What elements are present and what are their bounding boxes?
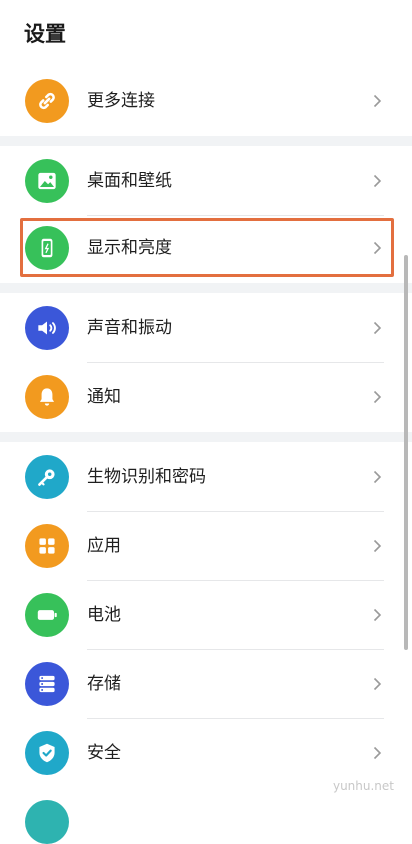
settings-item-display-brightness[interactable]: 显示和亮度 xyxy=(0,213,404,283)
bell-icon xyxy=(25,375,69,419)
watermark: yunhu.net xyxy=(332,779,394,793)
battery-icon xyxy=(25,593,69,637)
apps-grid-icon xyxy=(25,524,69,568)
display-brightness-icon xyxy=(25,226,69,270)
section-gap xyxy=(0,283,412,293)
settings-item-label: 安全 xyxy=(87,743,121,763)
settings-item-storage[interactable]: 存储 xyxy=(0,649,404,719)
chevron-right-icon xyxy=(373,321,382,335)
chevron-right-icon xyxy=(373,174,382,188)
settings-item-apps[interactable]: 应用 xyxy=(0,511,404,581)
chevron-right-icon xyxy=(373,608,382,622)
shield-check-icon xyxy=(25,731,69,775)
settings-item-label: 应用 xyxy=(87,536,121,556)
scrollbar[interactable] xyxy=(404,255,408,650)
wallpaper-icon xyxy=(25,159,69,203)
storage-icon xyxy=(25,662,69,706)
chevron-right-icon xyxy=(373,677,382,691)
settings-item-more-connections[interactable]: 更多连接 xyxy=(0,66,404,136)
section-gap xyxy=(0,136,412,146)
chevron-right-icon xyxy=(373,539,382,553)
settings-item-label: 桌面和壁纸 xyxy=(87,171,172,191)
section-gap xyxy=(0,432,412,442)
settings-item-security[interactable]: 安全 xyxy=(0,718,404,788)
settings-item-label: 电池 xyxy=(87,605,121,625)
chevron-right-icon xyxy=(373,390,382,404)
settings-item-biometrics-password[interactable]: 生物识别和密码 xyxy=(0,442,404,512)
chevron-right-icon xyxy=(373,746,382,760)
settings-item-notifications[interactable]: 通知 xyxy=(0,362,404,432)
settings-item-label: 通知 xyxy=(87,387,121,407)
key-icon xyxy=(25,455,69,499)
speaker-icon xyxy=(25,306,69,350)
settings-item-sound-vibration[interactable]: 声音和振动 xyxy=(0,293,404,363)
settings-item-label: 生物识别和密码 xyxy=(87,467,206,487)
link-icon xyxy=(25,79,69,123)
chevron-right-icon xyxy=(373,94,382,108)
page-title: 设置 xyxy=(24,22,66,46)
settings-item-desktop-wallpaper[interactable]: 桌面和壁纸 xyxy=(0,146,404,216)
chevron-right-icon xyxy=(373,241,382,255)
settings-item-label: 显示和亮度 xyxy=(87,238,172,258)
settings-item-label: 更多连接 xyxy=(87,91,155,111)
settings-item-label: 存储 xyxy=(87,674,121,694)
chevron-right-icon xyxy=(373,470,382,484)
settings-item-battery[interactable]: 电池 xyxy=(0,580,404,650)
settings-item-label: 声音和振动 xyxy=(87,318,172,338)
